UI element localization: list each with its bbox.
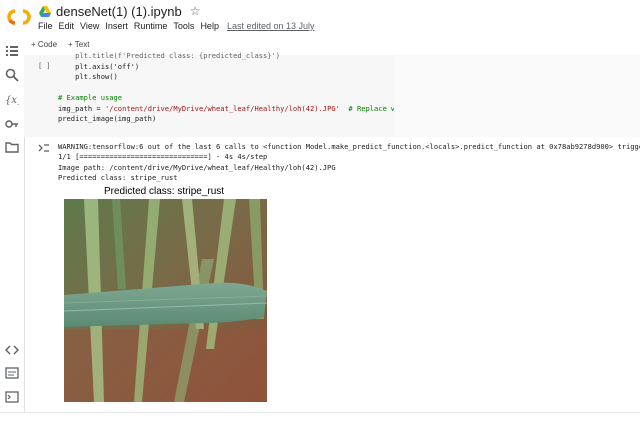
code-snippets-icon[interactable] xyxy=(5,343,19,357)
files-folder-icon[interactable] xyxy=(5,140,19,154)
notebook-title[interactable]: denseNet(1) (1).ipynb xyxy=(56,4,182,19)
command-palette-icon[interactable] xyxy=(5,366,19,380)
output-predicted-class: Predicted class: stripe_rust xyxy=(58,173,178,183)
menu-bar: File Edit View Insert Runtime Tools Help… xyxy=(38,21,321,31)
code-string: '/content/drive/MyDrive/wheat_leaf/Healt… xyxy=(104,103,340,113)
output-progress: 1/1 [==============================] - 4… xyxy=(58,152,268,162)
plot-title: Predicted class: stripe_rust xyxy=(104,186,225,197)
notebook-header: denseNet(1) (1).ipynb ☆ File Edit View I… xyxy=(0,0,640,36)
menu-view[interactable]: View xyxy=(80,21,99,31)
svg-text:{x}: {x} xyxy=(5,95,19,106)
cell-side-area xyxy=(394,55,640,137)
menu-tools[interactable]: Tools xyxy=(173,21,194,31)
menu-edit[interactable]: Edit xyxy=(59,21,75,31)
secrets-key-icon[interactable] xyxy=(5,117,19,131)
star-icon[interactable]: ☆ xyxy=(190,4,201,18)
output-actions-icon[interactable] xyxy=(38,143,50,153)
search-icon[interactable] xyxy=(5,68,19,82)
code-token: img_path = xyxy=(58,103,105,113)
variables-icon[interactable]: {x} xyxy=(5,92,19,106)
left-sidebar-rail: {x} xyxy=(0,36,25,412)
add-text-cell-button[interactable]: + Text xyxy=(68,40,89,49)
colab-logo[interactable] xyxy=(6,8,32,26)
table-of-contents-icon[interactable] xyxy=(5,44,19,58)
code-cell[interactable]: [ ] plt.title(f'Predicted class: {predic… xyxy=(24,51,477,137)
last-edited-link[interactable]: Last edited on 13 July xyxy=(227,21,315,31)
menu-help[interactable]: Help xyxy=(200,21,219,31)
terminal-icon[interactable] xyxy=(5,390,19,404)
bottom-status-bar xyxy=(0,412,640,427)
menu-file[interactable]: File xyxy=(38,21,53,31)
menu-insert[interactable]: Insert xyxy=(105,21,128,31)
wheat-leaf-image xyxy=(64,199,267,402)
cell-output: WARNING:tensorflow:6 out of the last 6 c… xyxy=(58,142,640,184)
output-image-path: Image path: /content/drive/MyDrive/wheat… xyxy=(58,162,336,172)
add-code-cell-button[interactable]: + Code xyxy=(31,40,57,49)
menu-runtime[interactable]: Runtime xyxy=(134,21,168,31)
drive-icon xyxy=(39,5,51,17)
output-warning: WARNING:tensorflow:6 out of the last 6 c… xyxy=(58,142,640,151)
cell-run-button[interactable]: [ ] xyxy=(38,62,51,70)
